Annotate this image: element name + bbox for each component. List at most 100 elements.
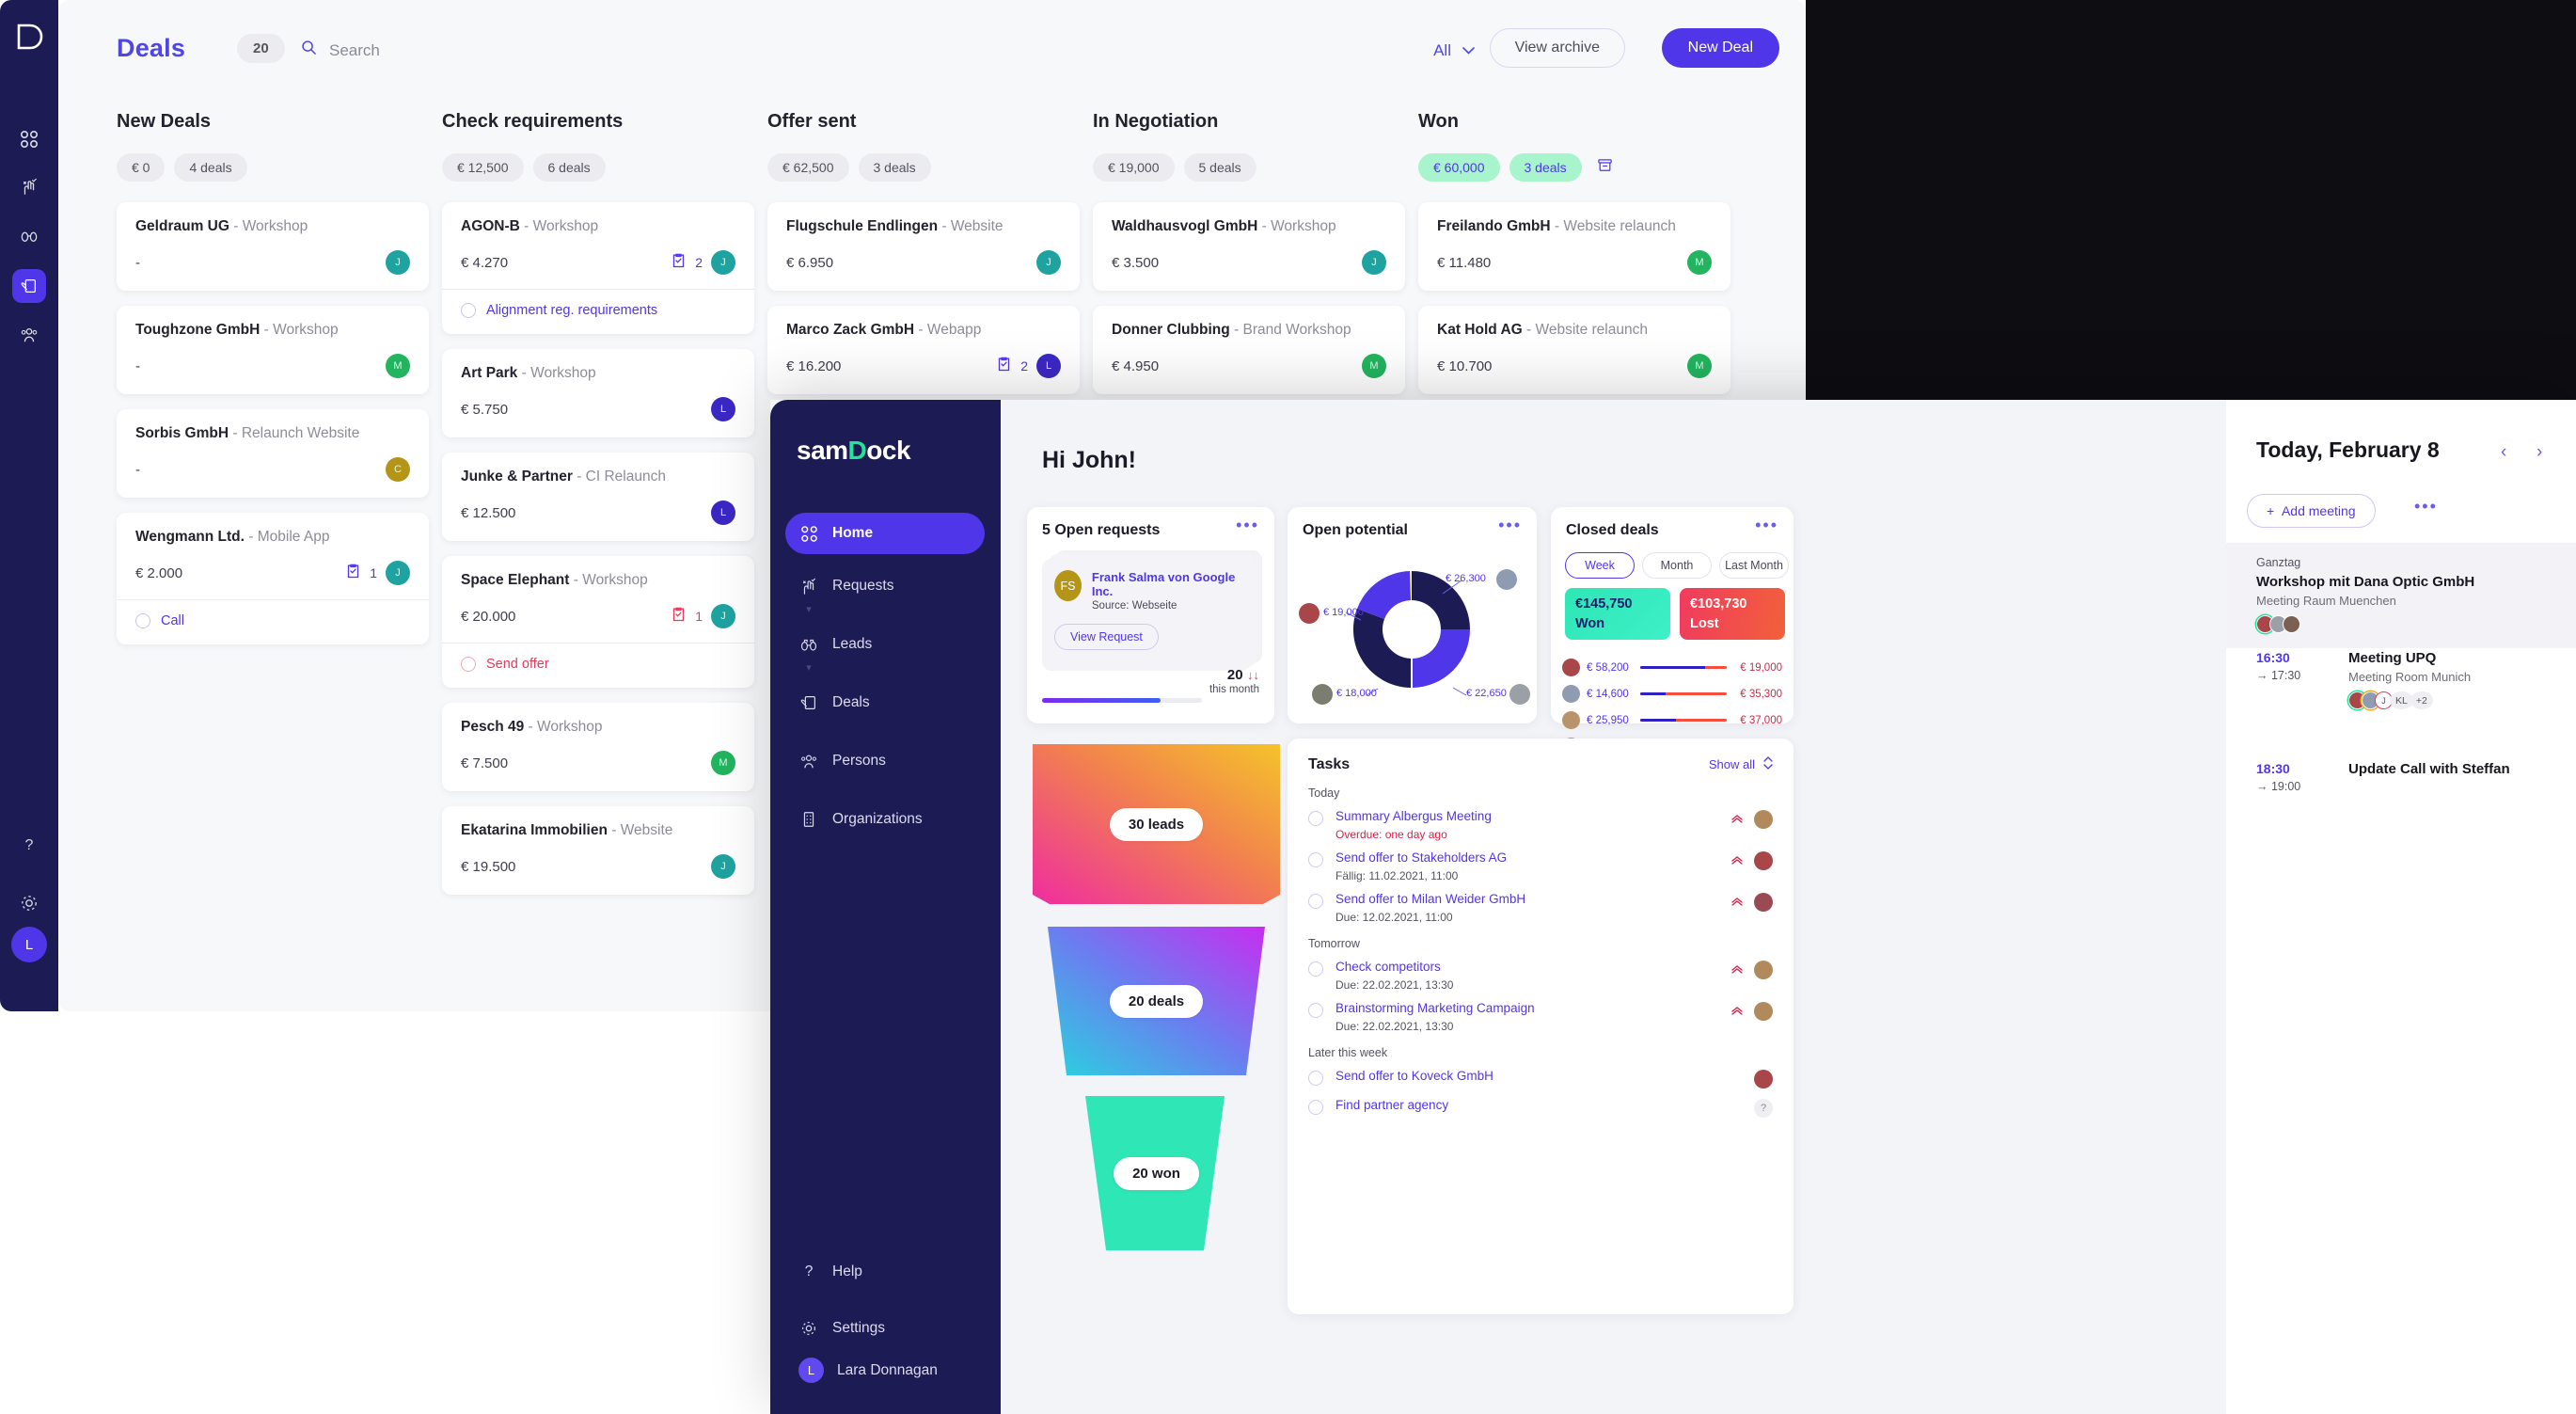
sidebar-item-deals[interactable]: Deals bbox=[785, 682, 985, 723]
rail-item-requests[interactable] bbox=[12, 169, 46, 203]
deal-card[interactable]: Marco Zack GmbH - Webapp € 16.200 2 L bbox=[767, 306, 1080, 394]
add-meeting-label: Add meeting bbox=[2281, 503, 2356, 518]
deal-todo[interactable]: Call bbox=[135, 600, 410, 628]
deal-card[interactable]: Pesch 49 - Workshop € 7.500 M bbox=[442, 703, 754, 791]
potential-avatar-3 bbox=[1312, 684, 1333, 705]
sidebar-item-organizations[interactable]: Organizations bbox=[785, 799, 985, 840]
tab-week[interactable]: Week bbox=[1565, 552, 1635, 579]
clipboard-check-icon[interactable] bbox=[996, 356, 1012, 377]
sidebar-item-persons[interactable]: Persons bbox=[785, 740, 985, 782]
calendar-prev-button[interactable]: ‹ bbox=[2501, 442, 2506, 463]
calendar-next-button[interactable]: › bbox=[2536, 442, 2542, 463]
task-name[interactable]: Summary Albergus Meeting bbox=[1335, 809, 1718, 823]
rail-item-settings[interactable] bbox=[12, 886, 46, 920]
task-name[interactable]: Check competitors bbox=[1335, 960, 1718, 974]
show-all-button[interactable]: Show all bbox=[1709, 755, 1773, 773]
closed-deals-menu-icon[interactable]: ••• bbox=[1755, 516, 1778, 533]
task-checkbox[interactable] bbox=[1308, 811, 1323, 826]
won-summary: €145,750 Won bbox=[1565, 588, 1670, 640]
task-name[interactable]: Brainstorming Marketing Campaign bbox=[1335, 1001, 1718, 1015]
funnel-stage-deals[interactable]: 20 deals bbox=[1027, 923, 1286, 1079]
calendar-menu-icon[interactable]: ••• bbox=[2414, 498, 2438, 515]
task-name[interactable]: Send offer to Koveck GmbH bbox=[1335, 1069, 1742, 1083]
task-checkbox[interactable] bbox=[1308, 1100, 1323, 1115]
sidebar-user[interactable]: L Lara Donnagan bbox=[785, 1358, 938, 1383]
task-item[interactable]: Send offer to Stakeholders AG Fällig: 11.… bbox=[1288, 841, 1794, 882]
deal-card[interactable]: Junke & Partner - CI Relaunch € 12.500 L bbox=[442, 453, 754, 541]
task-item[interactable]: Send offer to Koveck GmbH bbox=[1288, 1059, 1794, 1088]
deal-card[interactable]: Toughzone GmbH - Workshop - M bbox=[117, 306, 429, 394]
search-input[interactable]: Search bbox=[329, 41, 380, 60]
task-checkbox[interactable] bbox=[1308, 852, 1323, 867]
sidebar-item-help[interactable]: ? Help bbox=[785, 1262, 862, 1282]
deal-card[interactable]: Freilando GmbH - Website relaunch € 11.48… bbox=[1418, 202, 1731, 291]
tab-month[interactable]: Month bbox=[1642, 552, 1712, 579]
deal-type: - Mobile App bbox=[248, 529, 330, 545]
deal-card[interactable]: Flugschule Endlingen - Website € 6.950 J bbox=[767, 202, 1080, 291]
task-item[interactable]: Brainstorming Marketing Campaign Due: 22.… bbox=[1288, 992, 1794, 1033]
tab-last-month[interactable]: Last Month bbox=[1719, 552, 1789, 579]
task-item[interactable]: Find partner agency? bbox=[1288, 1088, 1794, 1118]
chevron-down-icon-requests[interactable]: ▾ bbox=[798, 601, 819, 616]
deal-card[interactable]: Space Elephant - Workshop € 20.000 1 J Send … bbox=[442, 556, 754, 688]
deal-card[interactable]: AGON-B - Workshop € 4.270 2 J Alignment reg.… bbox=[442, 202, 754, 334]
checkbox-icon[interactable] bbox=[461, 657, 476, 672]
sidebar-item-settings[interactable]: Settings bbox=[785, 1318, 885, 1339]
open-potential-menu-icon[interactable]: ••• bbox=[1498, 516, 1522, 533]
calendar-event-1830[interactable]: 18:30 → 19:00 Update Call with Steffan bbox=[2226, 761, 2576, 793]
task-checkbox[interactable] bbox=[1308, 1071, 1323, 1086]
task-item[interactable]: Check competitors Due: 22.02.2021, 13:30 bbox=[1288, 950, 1794, 992]
deal-card[interactable]: Sorbis GmbH - Relaunch Website - C bbox=[117, 409, 429, 498]
funnel-stage-leads[interactable]: 30 leads bbox=[1027, 739, 1286, 910]
view-archive-button[interactable]: View archive bbox=[1489, 28, 1625, 68]
deal-card[interactable]: Waldhausvogl GmbH - Workshop € 3.500 J bbox=[1093, 202, 1405, 291]
rail-item-deals[interactable] bbox=[12, 269, 46, 303]
new-deal-button[interactable]: New Deal bbox=[1661, 28, 1779, 68]
task-name[interactable]: Send offer to Milan Weider GmbH bbox=[1335, 892, 1718, 906]
task-name[interactable]: Find partner agency bbox=[1335, 1098, 1742, 1112]
deal-card[interactable]: Kat Hold AG - Website relaunch € 10.700 M bbox=[1418, 306, 1731, 394]
deal-card[interactable]: Art Park - Workshop € 5.750 L bbox=[442, 349, 754, 437]
deal-card[interactable]: Ekatarina Immobilien - Website € 19.500 J bbox=[442, 806, 754, 895]
request-lead-name[interactable]: Frank Salma von Google Inc. bbox=[1092, 570, 1239, 598]
deal-todo[interactable]: Send offer bbox=[461, 643, 735, 672]
rail-user-avatar[interactable]: L bbox=[11, 927, 47, 962]
task-item[interactable]: Send offer to Milan Weider GmbH Due: 12.0… bbox=[1288, 882, 1794, 924]
avatar: J bbox=[386, 561, 410, 585]
deal-company: Space Elephant bbox=[461, 572, 570, 588]
open-requests-menu-icon[interactable]: ••• bbox=[1236, 516, 1259, 533]
task-checkbox[interactable] bbox=[1308, 1003, 1323, 1018]
rail-item-home[interactable] bbox=[12, 122, 46, 156]
search-icon[interactable] bbox=[301, 40, 317, 60]
gear-icon bbox=[798, 1318, 819, 1339]
deal-card-title: Freilando GmbH - Website relaunch bbox=[1437, 218, 1712, 235]
clipboard-warning-icon[interactable] bbox=[671, 606, 687, 628]
checkbox-icon[interactable] bbox=[461, 303, 476, 318]
app-logo-icon[interactable] bbox=[13, 21, 45, 57]
clipboard-check-icon[interactable] bbox=[345, 563, 361, 584]
rail-item-persons[interactable] bbox=[12, 318, 46, 352]
sidebar-item-home[interactable]: Home bbox=[785, 513, 985, 554]
archive-icon[interactable] bbox=[1597, 157, 1613, 178]
rail-item-help[interactable]: ? bbox=[12, 828, 46, 862]
avatar: J bbox=[711, 250, 735, 275]
task-item[interactable]: Summary Albergus Meeting Overdue: one day… bbox=[1288, 800, 1794, 841]
calendar-event-allday[interactable]: Ganztag Workshop mit Dana Optic GmbH Mee… bbox=[2226, 543, 2576, 648]
view-request-button[interactable]: View Request bbox=[1054, 624, 1159, 650]
checkbox-icon[interactable] bbox=[135, 613, 150, 628]
chevron-down-icon-leads[interactable]: ▾ bbox=[798, 659, 819, 675]
deal-todo[interactable]: Alignment reg. requirements bbox=[461, 290, 735, 318]
deal-card[interactable]: Geldraum UG - Workshop - J bbox=[117, 202, 429, 291]
calendar-event-1630[interactable]: 16:30 → 17:30 Meeting UPQ Meeting Room M… bbox=[2226, 650, 2576, 709]
deal-card[interactable]: Wengmann Ltd. - Mobile App € 2.000 1 J Call bbox=[117, 513, 429, 644]
task-checkbox[interactable] bbox=[1308, 894, 1323, 909]
task-name[interactable]: Send offer to Stakeholders AG bbox=[1335, 850, 1718, 865]
task-checkbox[interactable] bbox=[1308, 961, 1323, 977]
add-meeting-button[interactable]: + Add meeting bbox=[2247, 494, 2376, 528]
funnel-stage-won[interactable]: 20 won bbox=[1027, 1092, 1286, 1254]
rail-item-leads[interactable] bbox=[12, 218, 46, 252]
filter-dropdown[interactable]: All bbox=[1433, 41, 1475, 60]
deal-card[interactable]: Donner Clubbing - Brand Workshop € 4.950 M bbox=[1093, 306, 1405, 394]
clipboard-check-icon[interactable] bbox=[671, 252, 687, 274]
request-card[interactable]: FS Frank Salma von Google Inc. Source: W… bbox=[1042, 559, 1251, 671]
